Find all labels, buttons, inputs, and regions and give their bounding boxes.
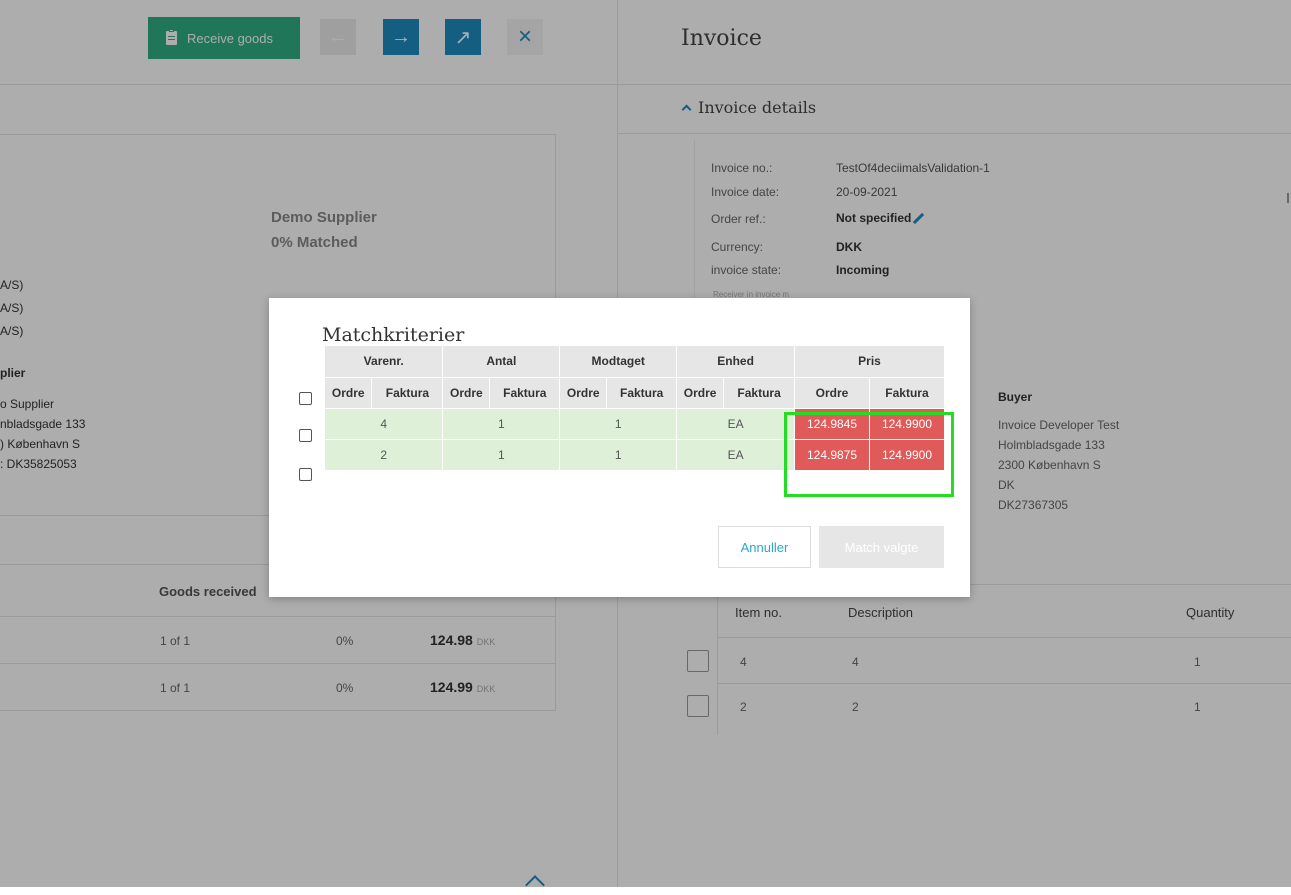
row-checkbox[interactable] — [299, 429, 312, 442]
sub-header: Ordre — [676, 377, 725, 409]
group-header: Varenr. — [325, 346, 444, 378]
sub-header: Faktura — [371, 377, 444, 409]
modtaget-cell: 1 — [559, 439, 678, 471]
sub-header: Faktura — [869, 377, 946, 409]
row-checkbox[interactable] — [299, 468, 312, 481]
antal-cell: 1 — [442, 439, 561, 471]
varenr-cell: 2 — [325, 439, 444, 471]
group-header: Modtaget — [559, 346, 678, 378]
sub-header: Ordre — [325, 377, 373, 409]
group-header: Pris — [794, 346, 945, 378]
sub-header: Faktura — [606, 377, 678, 409]
group-header: Antal — [442, 346, 561, 378]
antal-cell: 1 — [442, 408, 561, 440]
group-header-row: Varenr. Antal Modtaget Enhed Pris — [325, 346, 945, 378]
select-all-checkbox[interactable] — [299, 392, 312, 405]
modtaget-cell: 1 — [559, 408, 678, 440]
dialog-title: Matchkriterier — [322, 324, 465, 346]
sub-header-row: Ordre Faktura Ordre Faktura Ordre Faktur… — [325, 377, 946, 409]
sub-header: Ordre — [559, 377, 608, 409]
match-criteria-dialog: Matchkriterier Varenr. Antal Modtaget En… — [269, 298, 970, 597]
cancel-button[interactable]: Annuller — [718, 526, 811, 568]
sub-header: Faktura — [489, 377, 561, 409]
sub-header: Faktura — [723, 377, 796, 409]
group-header: Enhed — [676, 346, 796, 378]
sub-header: Ordre — [442, 377, 491, 409]
cancel-button-label: Annuller — [740, 539, 789, 555]
match-selected-label: Match valgte — [844, 539, 919, 555]
price-mismatch-highlight — [784, 412, 954, 497]
sub-header: Ordre — [794, 377, 870, 409]
match-selected-button[interactable]: Match valgte — [819, 526, 944, 568]
enhed-cell: EA — [676, 408, 796, 440]
varenr-cell: 4 — [325, 408, 444, 440]
enhed-cell: EA — [676, 439, 796, 471]
